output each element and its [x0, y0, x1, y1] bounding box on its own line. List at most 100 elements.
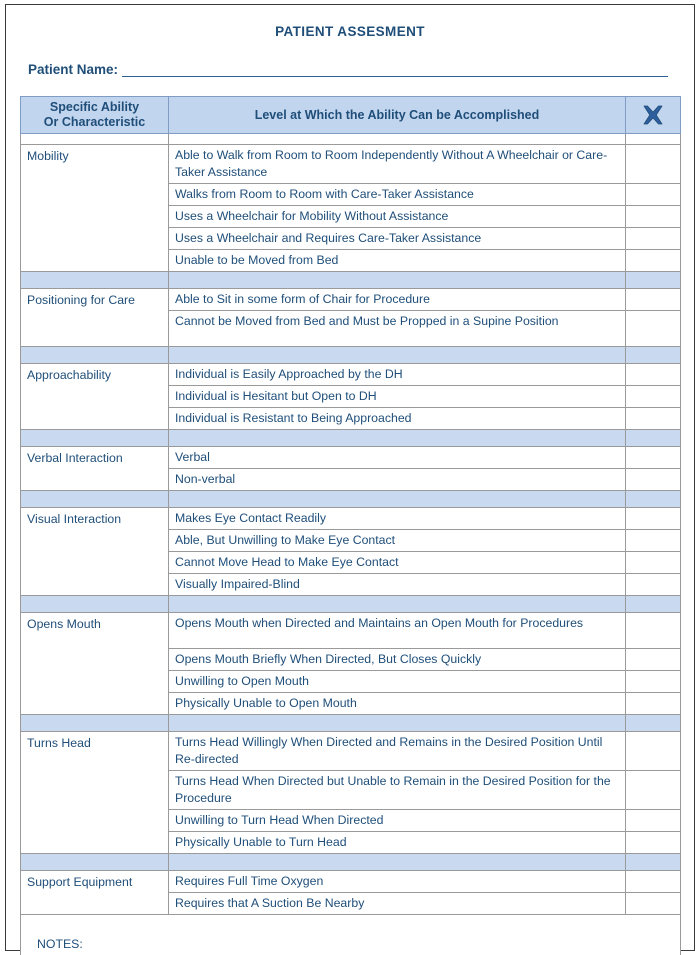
- level-description: Individual is Hesitant but Open to DH: [168, 385, 626, 408]
- table-row: Verbal Interaction Verbal: [20, 446, 681, 491]
- ability-label: Visual Interaction: [20, 507, 169, 596]
- table-row: Support Equipment Requires Full Time Oxyg…: [20, 870, 681, 915]
- section-spacer-row: [20, 595, 681, 613]
- level-description: Able, But Unwilling to Make Eye Contact: [168, 529, 626, 552]
- level-checkbox-cell[interactable]: [625, 770, 681, 810]
- ability-label: Verbal Interaction: [20, 446, 169, 491]
- section-spacer-ability: [20, 271, 169, 289]
- table-row: Approachability Individual is Easily Appr…: [20, 363, 681, 430]
- section-spacer-ability: [20, 429, 169, 447]
- section-spacer-mark: [625, 595, 681, 613]
- level-description: Cannot Move Head to Make Eye Contact: [168, 551, 626, 574]
- section-spacer-level: [168, 595, 626, 613]
- level-checkbox-cell[interactable]: [625, 692, 681, 715]
- level-description: Unable to be Moved from Bed: [168, 249, 626, 272]
- level-description: Turns Head When Directed but Unable to R…: [168, 770, 626, 810]
- section-spacer-row: [20, 714, 681, 732]
- level-checkbox-cell[interactable]: [625, 507, 681, 530]
- level-checkbox-cell[interactable]: [625, 551, 681, 574]
- level-checkbox-cell[interactable]: [625, 892, 681, 915]
- level-description: Visually Impaired-Blind: [168, 573, 626, 596]
- level-checkbox-cell[interactable]: [625, 205, 681, 228]
- level-checkbox-cell[interactable]: [625, 144, 681, 184]
- level-checkbox-cell[interactable]: [625, 468, 681, 491]
- section-spacer-mark: [625, 346, 681, 364]
- column-header-ability-line2: Or Characteristic: [43, 115, 146, 129]
- level-description: Able to Walk from Room to Room Independe…: [168, 144, 626, 184]
- ability-label: Approachability: [20, 363, 169, 430]
- column-header-level: Level at Which the Ability Can be Accomp…: [168, 96, 626, 134]
- level-description: Non-verbal: [168, 468, 626, 491]
- level-checkbox-cell[interactable]: [625, 529, 681, 552]
- section-spacer-level: [168, 271, 626, 289]
- level-checkbox-cell[interactable]: [625, 310, 681, 347]
- level-checkbox-cell[interactable]: [625, 612, 681, 649]
- level-checkbox-cell[interactable]: [625, 573, 681, 596]
- ability-label: Support Equipment: [20, 870, 169, 915]
- level-description: Makes Eye Contact Readily: [168, 507, 626, 530]
- level-description: Requires Full Time Oxygen: [168, 870, 626, 893]
- notes-row: NOTES:: [20, 914, 681, 955]
- level-description: Walks from Room to Room with Care-Taker …: [168, 183, 626, 206]
- section-spacer-row: [20, 346, 681, 364]
- level-description: Individual is Resistant to Being Approac…: [168, 407, 626, 430]
- x-mark-icon: [643, 105, 663, 125]
- section-spacer-mark: [625, 714, 681, 732]
- level-description: Verbal: [168, 446, 626, 469]
- section-spacer-ability: [20, 595, 169, 613]
- page-title: PATIENT ASSESMENT: [275, 24, 425, 39]
- level-checkbox-cell[interactable]: [625, 227, 681, 250]
- table-row: Positioning for Care Able to Sit in some …: [20, 288, 681, 347]
- level-checkbox-cell[interactable]: [625, 831, 681, 854]
- level-description: Opens Mouth Briefly When Directed, But C…: [168, 648, 626, 671]
- table-row: Mobility Able to Walk from Room to Room I…: [20, 144, 681, 272]
- section-spacer-mark: [625, 490, 681, 508]
- table-header-row: Specific Ability Or Characteristic Level a…: [20, 96, 681, 134]
- level-checkbox-cell[interactable]: [625, 648, 681, 671]
- header-gap-row: [20, 133, 681, 145]
- level-description: Physically Unable to Open Mouth: [168, 692, 626, 715]
- assessment-table: Specific Ability Or Characteristic Level a…: [20, 96, 681, 955]
- header-gap-cell-level: [168, 133, 626, 145]
- header-gap-cell-mark: [625, 133, 681, 145]
- level-description: Uses a Wheelchair and Requires Care-Take…: [168, 227, 626, 250]
- level-description: Cannot be Moved from Bed and Must be Pro…: [168, 310, 626, 347]
- section-spacer-level: [168, 346, 626, 364]
- ability-label: Positioning for Care: [20, 288, 169, 347]
- level-description: Unwilling to Open Mouth: [168, 670, 626, 693]
- level-checkbox-cell[interactable]: [625, 670, 681, 693]
- level-checkbox-cell[interactable]: [625, 183, 681, 206]
- section-spacer-mark: [625, 271, 681, 289]
- level-checkbox-cell[interactable]: [625, 870, 681, 893]
- patient-name-label: Patient Name:: [28, 62, 119, 77]
- ability-label: Mobility: [20, 144, 169, 272]
- notes-field[interactable]: NOTES:: [20, 914, 681, 955]
- level-checkbox-cell[interactable]: [625, 288, 681, 311]
- patient-name-input[interactable]: [122, 63, 668, 77]
- level-checkbox-cell[interactable]: [625, 363, 681, 386]
- header-gap-cell-ability: [20, 133, 169, 145]
- section-spacer-row: [20, 429, 681, 447]
- column-header-mark: [625, 96, 681, 134]
- section-spacer-ability: [20, 714, 169, 732]
- level-checkbox-cell[interactable]: [625, 385, 681, 408]
- level-checkbox-cell[interactable]: [625, 249, 681, 272]
- level-description: Turns Head Willingly When Directed and R…: [168, 731, 626, 771]
- section-spacer-row: [20, 853, 681, 871]
- level-checkbox-cell[interactable]: [625, 407, 681, 430]
- column-header-ability: Specific Ability Or Characteristic: [20, 96, 169, 134]
- section-spacer-mark: [625, 853, 681, 871]
- section-spacer-level: [168, 853, 626, 871]
- level-description: Requires that A Suction Be Nearby: [168, 892, 626, 915]
- section-spacer-ability: [20, 853, 169, 871]
- level-checkbox-cell[interactable]: [625, 731, 681, 771]
- level-checkbox-cell[interactable]: [625, 809, 681, 832]
- ability-label: Turns Head: [20, 731, 169, 854]
- level-description: Able to Sit in some form of Chair for Pr…: [168, 288, 626, 311]
- patient-name-row: Patient Name:: [28, 62, 668, 77]
- section-spacer-level: [168, 429, 626, 447]
- level-checkbox-cell[interactable]: [625, 446, 681, 469]
- level-description: Unwilling to Turn Head When Directed: [168, 809, 626, 832]
- level-description: Physically Unable to Turn Head: [168, 831, 626, 854]
- patient-assessment-form: PATIENT ASSESMENT Patient Name: Specific…: [0, 0, 700, 955]
